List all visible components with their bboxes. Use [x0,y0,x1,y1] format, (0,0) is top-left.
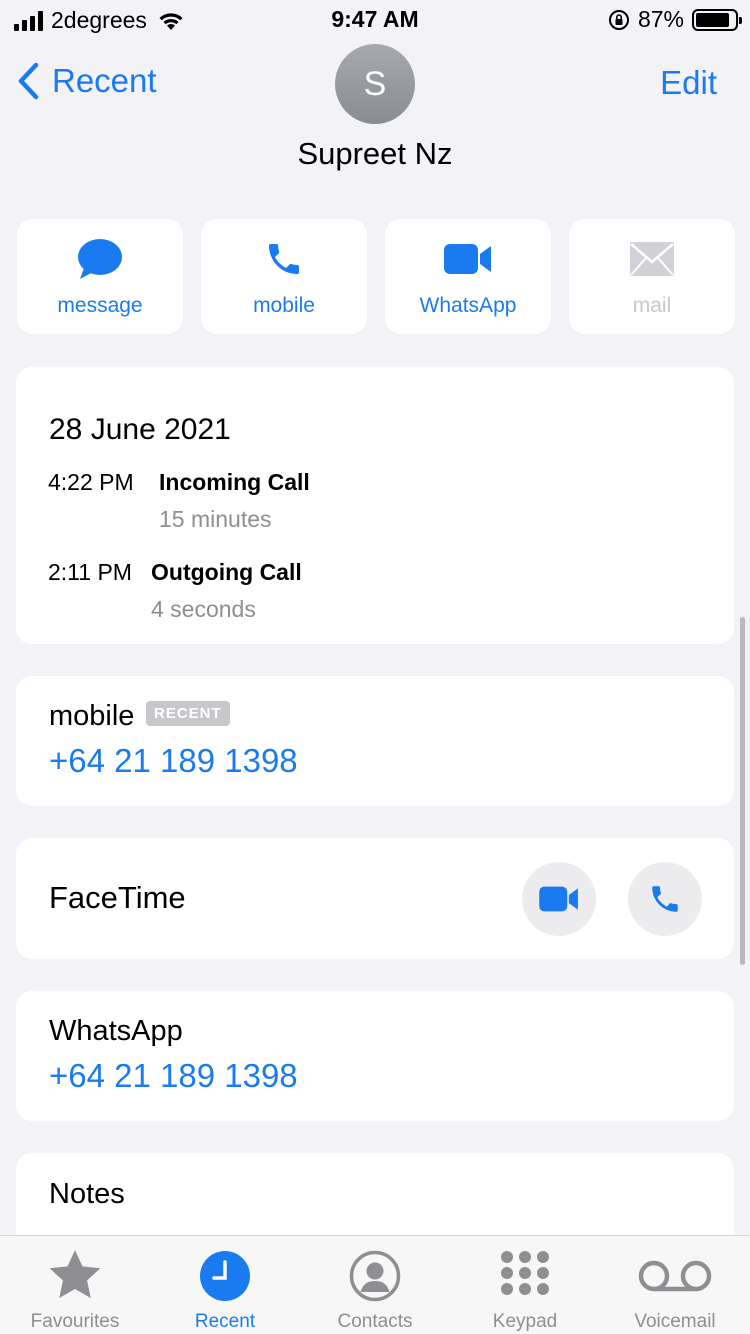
battery-percent: 87% [637,6,684,32]
contact-name: Supreet Nz [297,136,453,171]
call-type: Incoming Call [159,469,310,495]
tab-label: Recent [194,1311,256,1332]
message-action-button[interactable]: message [17,219,183,334]
tab-favourites[interactable]: Favourites [0,1236,150,1334]
call-date: 28 June 2021 [49,413,231,446]
facetime-video-button[interactable] [522,862,596,936]
tab-bar: Favourites Recent Contacts Keypad Voicem… [0,1235,750,1334]
battery-fill [696,12,730,27]
tab-label: Contacts [337,1311,413,1332]
tab-label: Favourites [30,1311,120,1332]
status-right: 87% [608,6,742,33]
message-bubble-icon [78,238,122,279]
quick-actions: message mobile WhatsApp mail [17,219,735,334]
battery-icon [692,8,742,31]
mobile-number-card[interactable]: mobile RECENT +64 21 189 1398 [16,676,734,806]
call-time: 2:11 PM [48,559,132,585]
tab-recent[interactable]: Recent [150,1236,300,1334]
call-history-card: 28 June 2021 4:22 PM Incoming Call 15 mi… [16,367,734,644]
tab-label: Voicemail [634,1311,716,1332]
phone-icon [652,886,678,912]
call-type: Outgoing Call [151,559,302,585]
chevron-left-icon [18,62,39,100]
envelope-icon [630,241,674,276]
whatsapp-action-button[interactable]: WhatsApp [385,219,551,334]
mobile-label: mobile [49,700,135,732]
recent-badge: RECENT [146,701,230,726]
edit-button[interactable]: Edit [660,64,717,102]
facetime-audio-button[interactable] [628,862,702,936]
whatsapp-label: WhatsApp [49,1015,183,1047]
facetime-card: FaceTime [16,838,734,959]
mail-action-label: mail [632,293,672,317]
status-bar: 2degrees 9:47 AM 87% [0,0,750,40]
facetime-label: FaceTime [49,880,186,915]
keypad-icon [501,1251,549,1295]
call-duration: 4 seconds [151,596,256,622]
voicemail-icon [638,1260,712,1292]
back-label: Recent [52,62,157,99]
video-camera-icon [539,886,578,912]
mobile-action-button[interactable]: mobile [201,219,367,334]
tab-contacts[interactable]: Contacts [300,1236,450,1334]
tab-label: Keypad [492,1311,558,1332]
star-icon [49,1250,101,1298]
call-time: 4:22 PM [48,469,134,495]
whatsapp-number[interactable]: +64 21 189 1398 [49,1057,298,1095]
message-action-label: message [57,293,143,317]
mobile-action-label: mobile [253,293,315,317]
avatar: S [335,44,415,124]
call-duration: 15 minutes [159,506,272,532]
whatsapp-card[interactable]: WhatsApp +64 21 189 1398 [16,991,734,1121]
mobile-number[interactable]: +64 21 189 1398 [49,742,298,780]
orientation-lock-icon [608,9,629,30]
back-button[interactable]: Recent [16,62,157,100]
tab-voicemail[interactable]: Voicemail [600,1236,750,1334]
phone-icon [269,243,299,274]
whatsapp-action-label: WhatsApp [419,293,517,317]
person-circle-icon [349,1250,401,1302]
clock-icon [200,1251,250,1301]
notes-label: Notes [49,1178,125,1210]
tab-keypad[interactable]: Keypad [450,1236,600,1334]
scrollbar[interactable] [740,617,745,965]
video-camera-icon [444,243,491,274]
mail-action-button: mail [569,219,735,334]
